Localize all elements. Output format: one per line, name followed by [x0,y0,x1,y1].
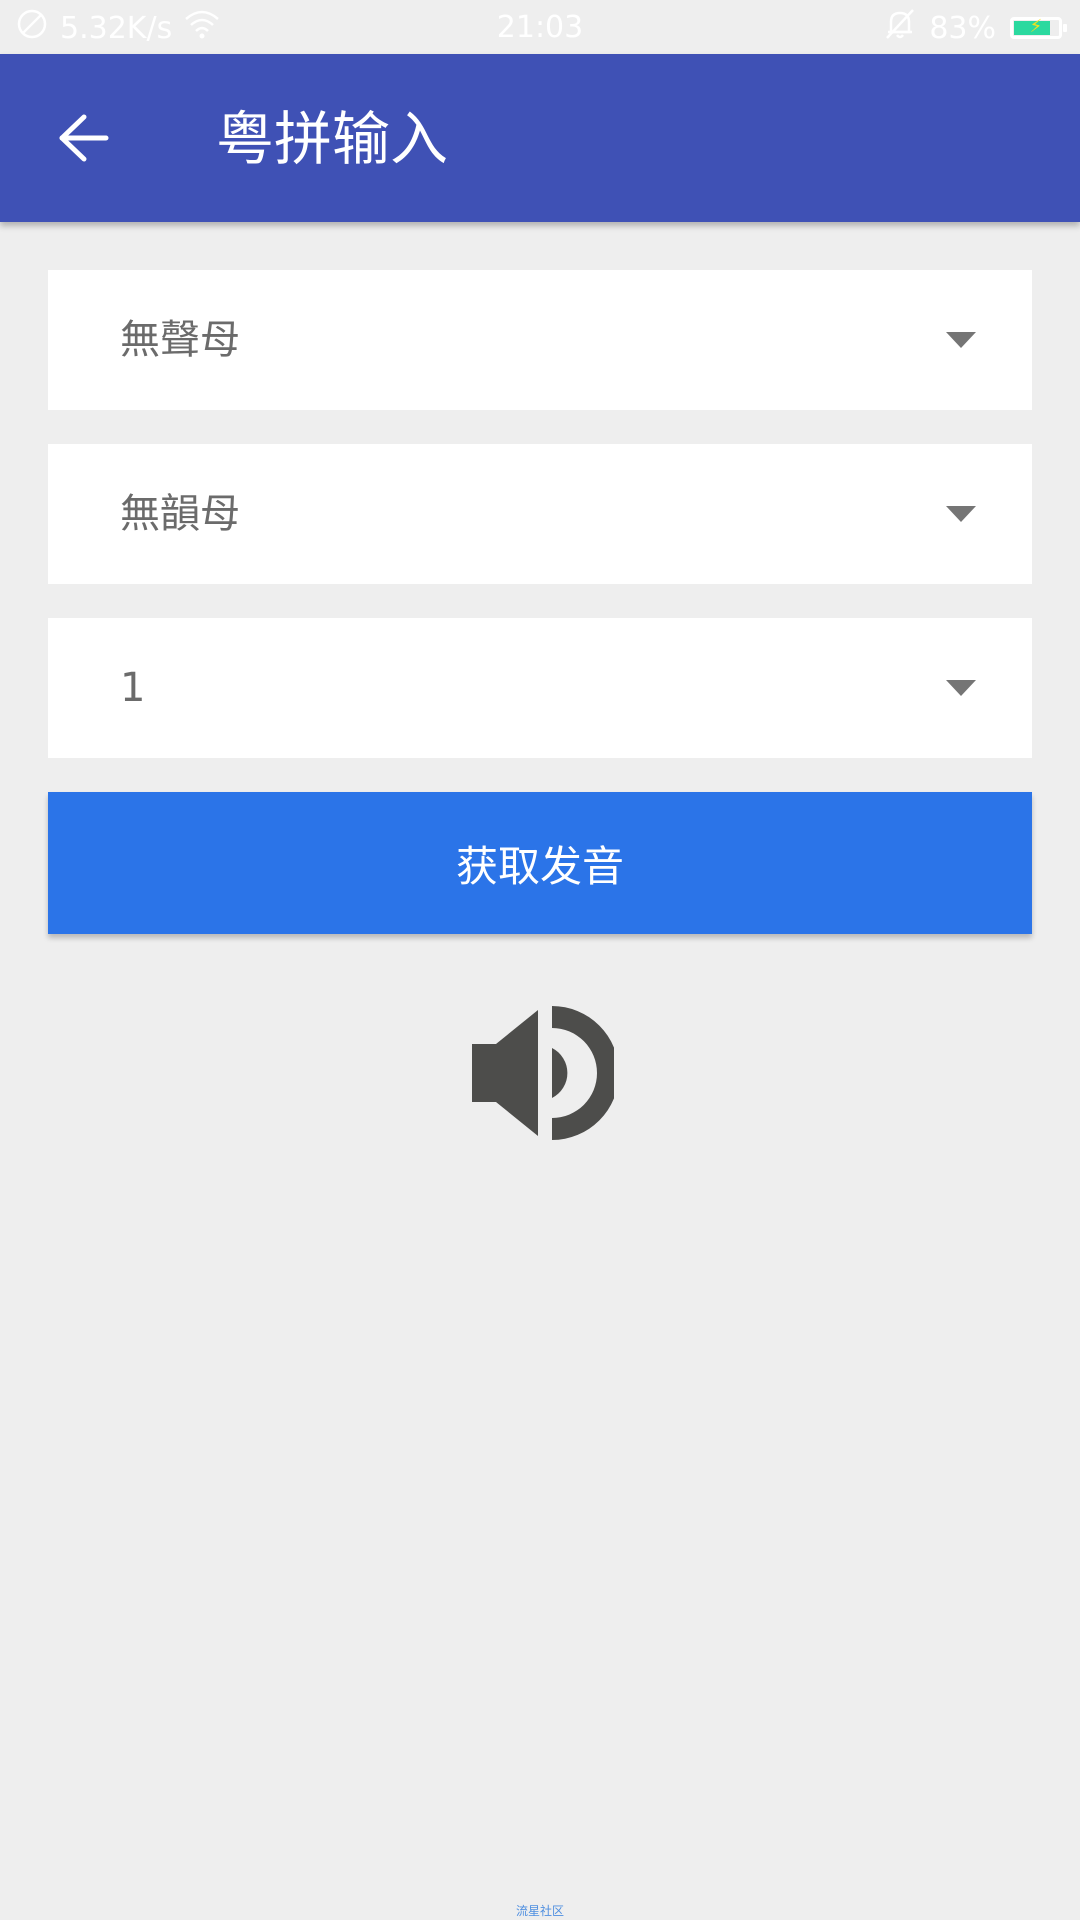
final-select-value: 無韻母 [120,491,240,537]
screen: 5.32K/s 21:03 83% ⚡ 粤拼输入 無聲母 無韻母 1 获取发音 … [0,0,1080,1920]
battery-percent: 83% [929,10,996,46]
tone-select[interactable]: 1 [48,618,1032,758]
status-bar: 5.32K/s 21:03 83% ⚡ [0,0,1080,54]
initial-select-value: 無聲母 [120,317,240,363]
page-title: 粤拼输入 [216,105,449,173]
initial-select[interactable]: 無聲母 [48,270,1032,410]
get-pronunciation-button[interactable]: 获取发音 [48,792,1032,934]
dropdown-arrow-icon [946,680,976,696]
tone-select-value: 1 [120,665,146,711]
battery-icon: ⚡ [1010,16,1067,39]
arrow-left-icon [59,114,109,162]
bell-off-icon [885,8,915,48]
back-button[interactable] [40,98,128,178]
charging-bolt-icon: ⚡ [1029,16,1043,37]
dropdown-arrow-icon [946,506,976,522]
dropdown-arrow-icon [946,332,976,348]
app-bar: 粤拼输入 [0,54,1080,222]
speaker-volume-icon [472,1006,619,1140]
final-select[interactable]: 無韻母 [48,444,1032,584]
watermark-text: 流星社区 [515,1904,564,1918]
play-sound-button[interactable] [466,1000,619,1146]
status-bar-right: 83% ⚡ [885,8,1067,48]
